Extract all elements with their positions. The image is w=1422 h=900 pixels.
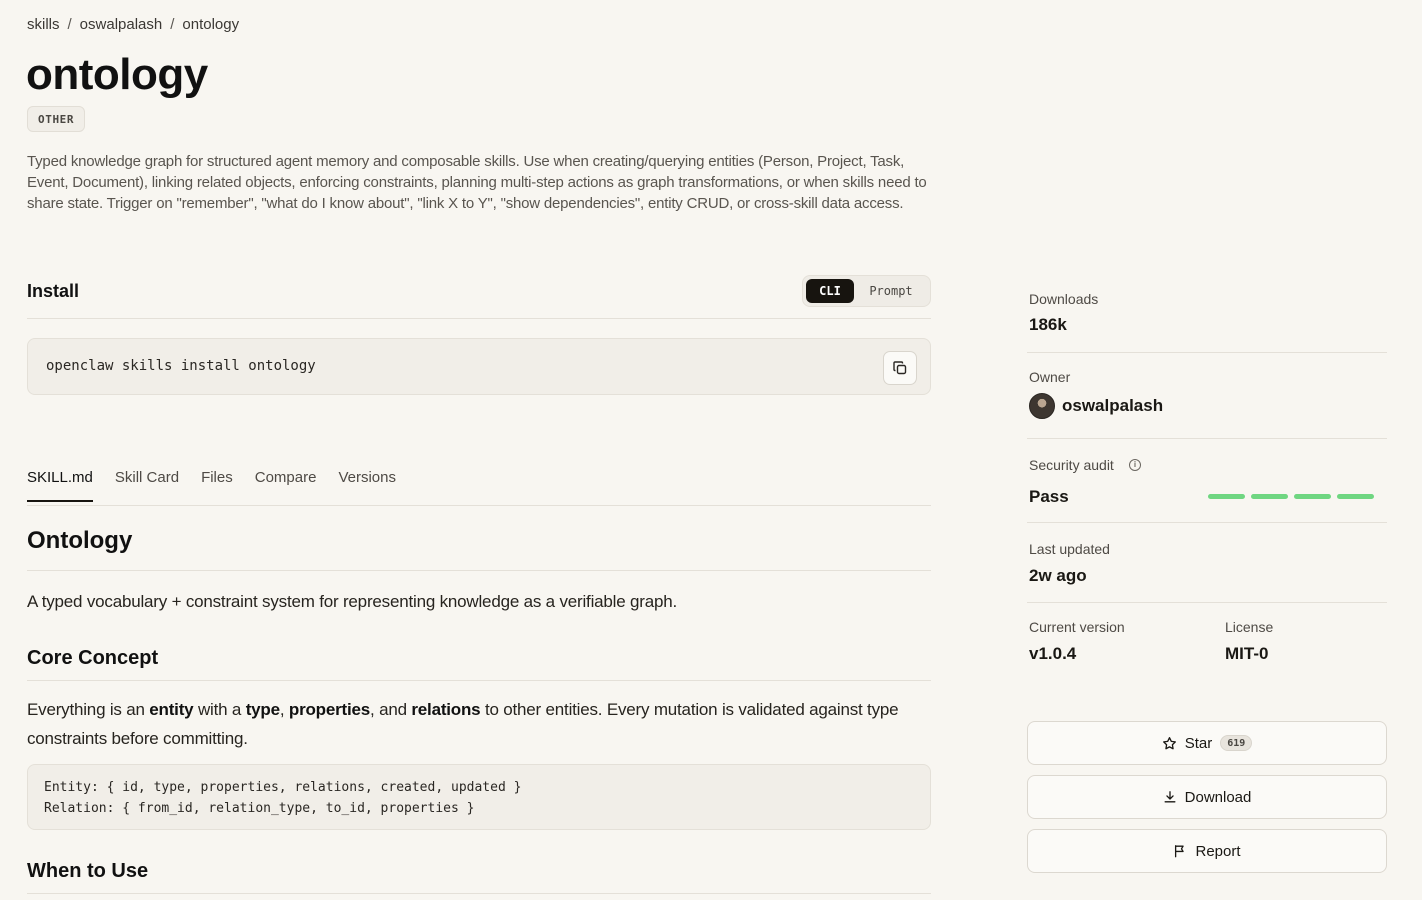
category-badge: OTHER [27,106,86,132]
tab-skill-card[interactable]: Skill Card [115,469,179,499]
report-label: Report [1195,842,1241,860]
sidebar-divider [1027,352,1387,353]
current-version-label: Current version [1029,619,1125,635]
text: Everything is an [27,700,150,719]
page-title: ontology [26,50,208,99]
downloads-label: Downloads [1029,291,1099,307]
audit-pass-segment [1294,494,1331,499]
breadcrumb-current: ontology [182,16,240,33]
download-label: Download [1184,788,1252,806]
security-audit-bars [1208,494,1374,499]
content-tabs: SKILL.md Skill Card Files Compare Versio… [27,469,396,502]
download-button[interactable]: Download [1027,775,1387,819]
downloads-value: 186k [1029,315,1067,334]
report-button[interactable]: Report [1027,829,1387,873]
star-icon [1162,736,1177,751]
download-icon [1163,790,1177,804]
last-updated-label: Last updated [1029,541,1110,557]
tab-compare[interactable]: Compare [255,469,317,499]
code-line: Relation: { from_id, relation_type, to_i… [44,801,475,816]
security-audit-label: Security audit [1029,457,1114,473]
install-heading: Install [27,281,80,301]
tab-skill-md[interactable]: SKILL.md [27,469,93,502]
audit-pass-segment [1208,494,1245,499]
doc-intro: A typed vocabulary + constraint system f… [27,592,678,611]
doc-heading-core-concept: Core Concept [27,647,159,669]
star-count-badge: 619 [1220,735,1253,751]
copy-command-button[interactable] [883,351,917,385]
breadcrumb-separator: / [67,16,72,33]
breadcrumb-skills-link[interactable]: skills [27,16,60,33]
skill-description: Typed knowledge graph for structured age… [27,153,927,212]
star-label: Star [1184,734,1213,752]
license-label: License [1225,619,1274,635]
sidebar-divider [1027,522,1387,523]
bold-term: entity [149,700,194,719]
star-button[interactable]: Star 619 [1027,721,1387,765]
doc-divider [27,680,931,681]
install-mode-toggle: CLI Prompt [802,275,931,307]
tab-files[interactable]: Files [201,469,233,499]
audit-pass-segment [1251,494,1288,499]
bold-term: type [245,700,280,719]
copy-icon [893,361,907,375]
bold-term: properties [288,700,371,719]
current-version-value: v1.0.4 [1029,644,1077,663]
flag-icon [1173,844,1187,858]
sidebar-divider [1027,602,1387,603]
breadcrumb-separator: / [170,16,175,33]
install-command[interactable]: openclaw skills install ontology [46,358,316,374]
info-icon[interactable]: i [1129,459,1141,471]
text: with a [193,700,246,719]
breadcrumb-owner-link[interactable]: oswalpalash [80,16,163,33]
doc-heading-ontology: Ontology [27,527,133,554]
sidebar-divider [1027,438,1387,439]
code-line: Entity: { id, type, properties, relation… [44,780,522,795]
text: , [279,700,289,719]
license-value: MIT-0 [1225,644,1269,663]
owner-label: Owner [1029,369,1071,385]
security-audit-value: Pass [1029,487,1069,506]
doc-divider [27,893,931,894]
text: , and [370,700,412,719]
last-updated-value: 2w ago [1029,566,1087,585]
prompt-mode-button[interactable]: Prompt [858,279,924,303]
doc-heading-when-to-use: When to Use [27,860,149,882]
code-block: Entity: { id, type, properties, relation… [27,764,931,830]
breadcrumb: skills / oswalpalash / ontology [27,16,239,33]
audit-pass-segment [1337,494,1374,499]
doc-core-concept-text: Everything is an entity with a type, pro… [27,695,937,753]
owner-name-link[interactable]: oswalpalash [1062,396,1163,416]
tabs-divider [27,505,931,506]
tab-versions[interactable]: Versions [338,469,396,499]
doc-divider [27,570,931,571]
bold-term: relations [411,700,481,719]
install-divider [27,318,931,319]
owner-avatar[interactable] [1029,393,1055,419]
cli-mode-button[interactable]: CLI [806,279,854,303]
install-command-box: openclaw skills install ontology [27,338,931,395]
